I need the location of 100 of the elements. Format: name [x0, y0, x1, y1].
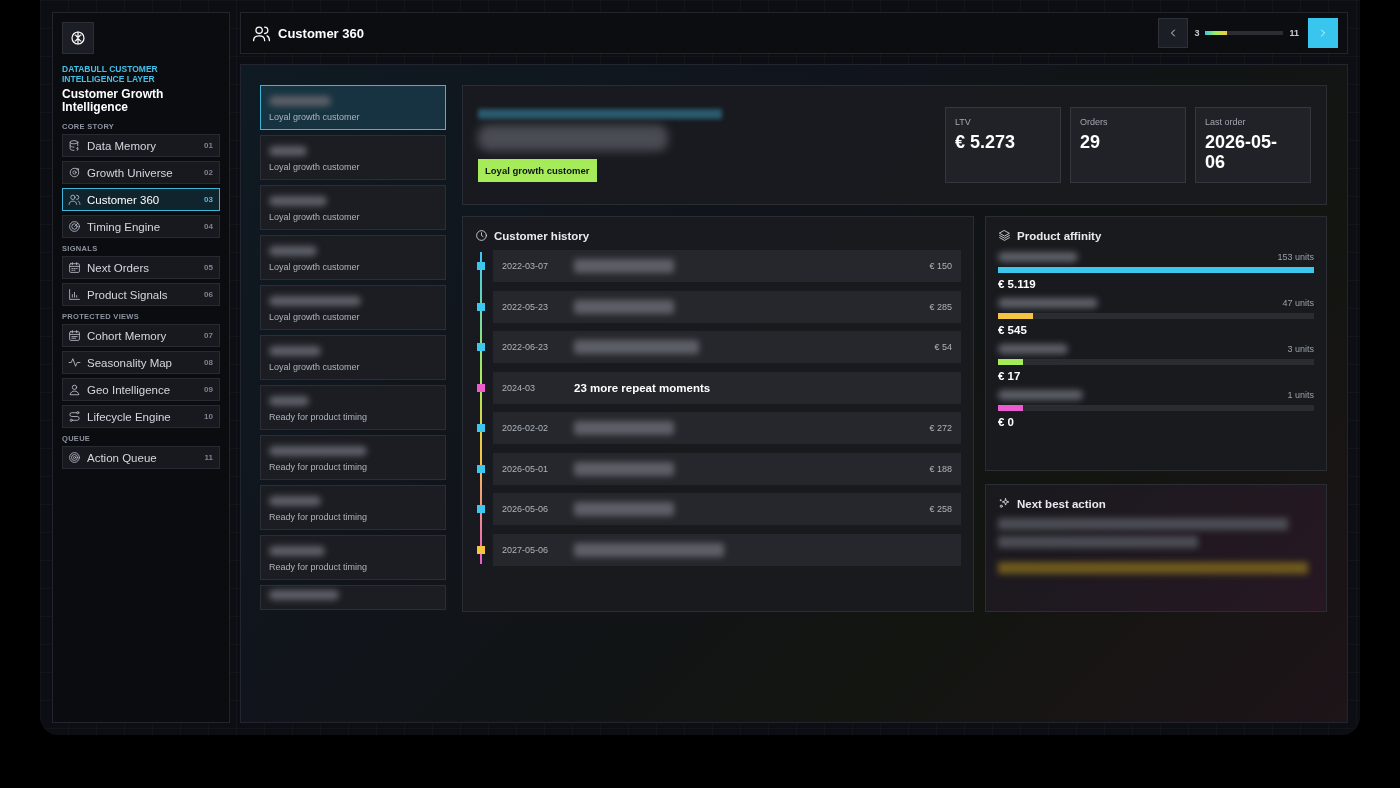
item-number: 05 — [204, 263, 213, 272]
person-pin-icon — [68, 383, 81, 396]
item-number: 03 — [204, 195, 213, 204]
item-number: 08 — [204, 358, 213, 367]
event-amount: € 188 — [929, 463, 952, 474]
customer-card[interactable]: Loyal growth customer — [260, 185, 446, 230]
nav-item[interactable]: Geo Intelligence 09 — [62, 378, 220, 401]
blurred-product — [998, 344, 1068, 354]
nav-item[interactable]: Cohort Memory 07 — [62, 324, 220, 347]
nav-item[interactable]: Customer 360 03 — [62, 188, 220, 211]
product-revenue: € 0 — [998, 416, 1015, 428]
product-revenue: € 17 — [998, 370, 1022, 382]
segment-label: Loyal growth customer — [269, 262, 360, 272]
segment-label: Ready for product timing — [269, 562, 368, 572]
card-title: Next best action — [1017, 497, 1106, 510]
nav-item[interactable]: Product Signals 06 — [62, 283, 220, 306]
event-amount: € 150 — [929, 261, 952, 271]
blurred-name — [269, 496, 321, 506]
event-amount: € 54 — [934, 342, 952, 352]
event-summary: 23 more repeat moments — [574, 381, 711, 394]
nav-item[interactable]: Timing Engine 04 — [62, 215, 220, 238]
blurred-name — [269, 396, 309, 406]
stat-label: LTV — [955, 117, 972, 127]
users-icon — [68, 193, 81, 206]
event-date: 2026-05-06 — [502, 504, 550, 514]
calendar-icon — [68, 261, 81, 274]
blurred-name — [269, 96, 331, 106]
customer-card[interactable]: Ready for product timing — [260, 485, 446, 530]
nav-item[interactable]: Action Queue 11 — [62, 446, 220, 469]
blurred-name — [269, 196, 327, 206]
unit-count: 153 units — [1277, 252, 1314, 262]
blurred-name — [269, 346, 321, 356]
previous-button[interactable] — [1158, 18, 1189, 48]
clock-icon — [475, 229, 488, 242]
nav-item[interactable]: Next Orders 05 — [62, 256, 220, 279]
card-title: Product affinity — [1017, 229, 1102, 242]
page-number: 3 — [1194, 28, 1200, 38]
event-date: 2026-02-02 — [502, 423, 550, 433]
customer-card[interactable]: Loyal growth customer — [260, 135, 446, 180]
item-number: 10 — [204, 412, 213, 421]
event-amount: € 272 — [929, 423, 952, 433]
page-total: 11 — [1289, 28, 1299, 38]
stat-label: Orders — [1080, 117, 1109, 127]
item-number: 01 — [204, 141, 213, 150]
segment-tag: Loyal growth customer — [478, 158, 597, 182]
orbit-icon — [68, 166, 81, 179]
event-date: 2026-05-01 — [502, 463, 550, 474]
target-icon — [68, 451, 81, 464]
segment-label: Ready for product timing — [269, 412, 368, 422]
segment-label: Loyal growth customer — [269, 362, 360, 372]
segment-label: Loyal growth customer — [269, 312, 360, 322]
item-number: 04 — [204, 222, 213, 231]
nav-item[interactable]: Growth Universe 02 — [62, 161, 220, 184]
nav-item[interactable]: Data Memory 01 — [62, 134, 220, 157]
segment-label: Loyal growth customer — [269, 212, 360, 222]
blurred-name — [269, 246, 317, 256]
event-date: 2024-03 — [502, 382, 537, 393]
item-number: 06 — [204, 290, 213, 299]
segment-label: Loyal growth customer — [269, 162, 360, 172]
database-icon — [68, 139, 81, 152]
event-date: 2022-03-07 — [502, 261, 550, 271]
customer-card[interactable]: Ready for product timing — [260, 435, 446, 480]
stat-label: Last order — [1205, 117, 1247, 127]
blurred-name — [269, 146, 307, 156]
blurred-name — [269, 589, 339, 600]
unit-count: 47 units — [1282, 298, 1314, 308]
nav-item[interactable]: Lifecycle Engine 10 — [62, 405, 220, 428]
customer-card[interactable]: Loyal growth customer — [260, 235, 446, 280]
event-amount: € 258 — [929, 504, 952, 514]
product-revenue: € 5.119 — [998, 278, 1037, 290]
route-icon — [68, 410, 81, 423]
product-revenue: € 545 — [998, 324, 1028, 336]
next-button[interactable] — [1308, 18, 1338, 48]
customer-card[interactable]: Loyal growth customer — [260, 285, 446, 330]
product-name: DATABULL CUSTOMER INTELLIGENCE LAYER — [62, 64, 159, 84]
unit-count: 1 units — [1287, 390, 1314, 400]
bar-chart-icon — [68, 288, 81, 301]
sparkles-icon — [998, 497, 1011, 510]
event-date: 2022-06-23 — [502, 342, 550, 352]
page-title: Customer 360 — [278, 25, 365, 41]
stat-value: 29 — [1080, 132, 1102, 152]
calendar-icon — [68, 329, 81, 342]
stat-value: € 5.273 — [955, 132, 1017, 152]
customer-card[interactable]: Ready for product timing — [260, 535, 446, 580]
segment-label: Ready for product timing — [269, 462, 368, 472]
segment-label: Ready for product timing — [269, 512, 368, 522]
radar-icon — [68, 220, 81, 233]
unit-count: 3 units — [1287, 344, 1314, 354]
segment-label: Loyal growth customer — [269, 112, 360, 122]
customer-card[interactable]: Ready for product timing — [260, 385, 446, 430]
customer-card[interactable]: Loyal growth customer — [260, 85, 446, 130]
card-title: Customer history — [494, 229, 590, 242]
event-date: 2022-05-23 — [502, 301, 550, 312]
app-title: Customer Growth Intelligence — [62, 88, 165, 114]
nav-item[interactable]: Seasonality Map 08 — [62, 351, 220, 374]
item-number: 07 — [204, 331, 213, 340]
item-number: 11 — [204, 453, 213, 462]
customer-card[interactable] — [260, 585, 446, 610]
customer-card[interactable]: Loyal growth customer — [260, 335, 446, 380]
event-amount: € 285 — [929, 301, 952, 312]
